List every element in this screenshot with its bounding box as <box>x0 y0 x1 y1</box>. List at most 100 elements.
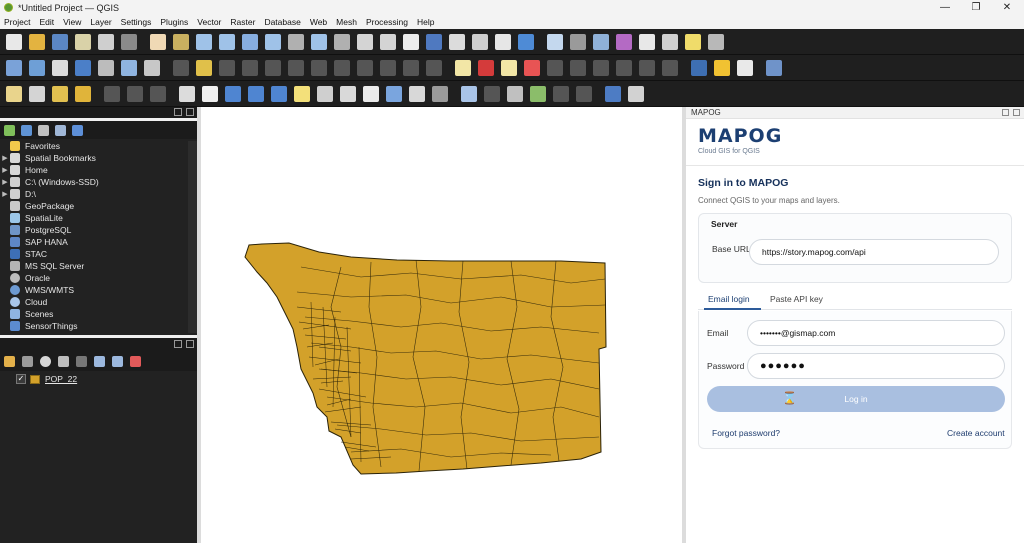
picture-annotation-icon[interactable] <box>386 85 402 102</box>
new-map-view-icon[interactable] <box>403 33 419 50</box>
zoom-last-icon[interactable] <box>357 33 373 50</box>
expand-arrow-icon[interactable]: ▶ <box>0 178 10 186</box>
base-url-input[interactable]: https://story.mapog.com/api <box>749 239 999 265</box>
vertex-tool-icon[interactable] <box>265 59 281 76</box>
rotate-label-icon[interactable] <box>570 59 586 76</box>
layer-row[interactable]: ✓ POP_22 <box>16 374 77 384</box>
new-bookmark-icon[interactable] <box>449 33 465 50</box>
move-callout-icon[interactable] <box>662 59 678 76</box>
refresh-icon[interactable] <box>518 33 534 50</box>
visibility-eye-icon[interactable] <box>40 355 51 367</box>
zoom-in-icon[interactable] <box>196 33 212 50</box>
deselect-all-icon[interactable] <box>75 85 91 102</box>
open-layer-styling-icon[interactable] <box>4 355 15 367</box>
add-raster-layer-icon[interactable] <box>75 59 91 76</box>
zoom-layer-icon[interactable] <box>311 33 327 50</box>
digitize-shape-icon[interactable] <box>104 85 120 102</box>
select-by-value-icon[interactable] <box>29 85 45 102</box>
form-annotation-icon[interactable] <box>409 85 425 102</box>
cut-features-icon[interactable] <box>334 59 350 76</box>
add-wfs-layer-icon[interactable] <box>121 59 137 76</box>
browser-item-favorites[interactable]: Favorites <box>0 140 197 152</box>
menu-database[interactable]: Database <box>264 17 300 27</box>
data-source-manager-icon[interactable] <box>6 59 22 76</box>
select-by-expression-icon[interactable] <box>52 85 68 102</box>
open-project-icon[interactable] <box>29 33 45 50</box>
statistics-sigma-icon[interactable] <box>616 33 632 50</box>
maximize-button[interactable]: ❐ <box>961 0 991 15</box>
add-wms-layer-icon[interactable] <box>98 59 114 76</box>
undo-icon[interactable] <box>403 59 419 76</box>
save-project-icon[interactable] <box>52 33 68 50</box>
close-panel-icon[interactable] <box>186 340 194 348</box>
menu-plugins[interactable]: Plugins <box>160 17 188 27</box>
snapping-icon[interactable] <box>271 85 287 102</box>
split-features-icon[interactable] <box>127 85 143 102</box>
float-panel-icon[interactable] <box>174 340 182 348</box>
password-input[interactable]: ●●●●●● <box>747 353 1005 379</box>
collapse-all-icon[interactable] <box>112 355 123 367</box>
style-manager-icon[interactable] <box>121 33 137 50</box>
browser-item-wms-wmts[interactable]: WMS/WMTS <box>0 284 197 296</box>
float-panel-icon[interactable] <box>1002 109 1009 116</box>
menu-vector[interactable]: Vector <box>197 17 221 27</box>
menu-raster[interactable]: Raster <box>230 17 255 27</box>
menu-edit[interactable]: Edit <box>39 17 54 27</box>
settings-gear-icon[interactable] <box>708 33 724 50</box>
change-label-icon[interactable] <box>593 59 609 76</box>
expand-all-icon[interactable] <box>94 355 105 367</box>
help-icon[interactable] <box>766 59 782 76</box>
measure-area-icon[interactable] <box>225 85 241 102</box>
wrench-tools-icon[interactable] <box>628 85 644 102</box>
info-icon[interactable] <box>605 85 621 102</box>
plugin-dark2-icon[interactable] <box>576 85 592 102</box>
menu-view[interactable]: View <box>63 17 81 27</box>
expand-arrow-icon[interactable]: ▶ <box>0 154 10 162</box>
collapse-all-icon[interactable] <box>55 124 66 136</box>
add-feature-icon[interactable] <box>242 59 258 76</box>
layer-name[interactable]: POP_22 <box>45 374 77 384</box>
add-group-icon[interactable] <box>22 355 33 367</box>
browser-item-sensorthings[interactable]: SensorThings <box>0 320 197 332</box>
browser-item-cloud[interactable]: Cloud <box>0 296 197 308</box>
zoom-rubberband-icon[interactable] <box>242 33 258 50</box>
new-3d-map-view-icon[interactable] <box>426 33 442 50</box>
new-print-layout-icon[interactable] <box>75 33 91 50</box>
add-mesh-layer-icon[interactable] <box>144 59 160 76</box>
modify-attributes-icon[interactable] <box>288 59 304 76</box>
copy-features-icon[interactable] <box>357 59 373 76</box>
filter-expression-icon[interactable] <box>76 355 87 367</box>
layer-visibility-checkbox[interactable]: ✓ <box>16 374 26 384</box>
merge-features-icon[interactable] <box>150 85 166 102</box>
annotation-node-icon[interactable] <box>317 85 333 102</box>
browser-item-spatialite[interactable]: SpatiaLite <box>0 212 197 224</box>
close-panel-icon[interactable] <box>186 108 194 116</box>
zoom-full-icon[interactable] <box>265 33 281 50</box>
digitize-icon[interactable] <box>52 59 68 76</box>
mapog-plugin-icon[interactable] <box>737 59 753 76</box>
map-canvas[interactable] <box>201 107 682 543</box>
text-tool-icon[interactable] <box>363 85 379 102</box>
add-selected-layers-icon[interactable] <box>4 124 15 136</box>
menu-project[interactable]: Project <box>4 17 30 27</box>
move-label-icon[interactable] <box>547 59 563 76</box>
identify-features-icon[interactable] <box>547 33 563 50</box>
filter-legend-icon[interactable] <box>58 355 69 367</box>
globe-icon[interactable] <box>691 59 707 76</box>
select-features-icon[interactable] <box>6 85 22 102</box>
pointer-select-icon[interactable] <box>202 85 218 102</box>
redo-icon[interactable] <box>426 59 442 76</box>
current-edits-icon[interactable] <box>173 59 189 76</box>
tab-paste-api-key[interactable]: Paste API key <box>770 294 823 304</box>
show-hide-labels-icon[interactable] <box>616 59 632 76</box>
open-attribute-table-icon[interactable] <box>570 33 586 50</box>
label-highlight-icon[interactable] <box>524 59 540 76</box>
show-bookmarks-icon[interactable] <box>472 33 488 50</box>
toolbox-gear-icon[interactable] <box>593 33 609 50</box>
measure-line-icon[interactable] <box>662 33 678 50</box>
new-project-icon[interactable] <box>6 33 22 50</box>
map-tips-icon[interactable] <box>685 33 701 50</box>
zoom-out-icon[interactable] <box>219 33 235 50</box>
text-annotation-icon[interactable] <box>179 85 195 102</box>
temporal-controller-icon[interactable] <box>495 33 511 50</box>
